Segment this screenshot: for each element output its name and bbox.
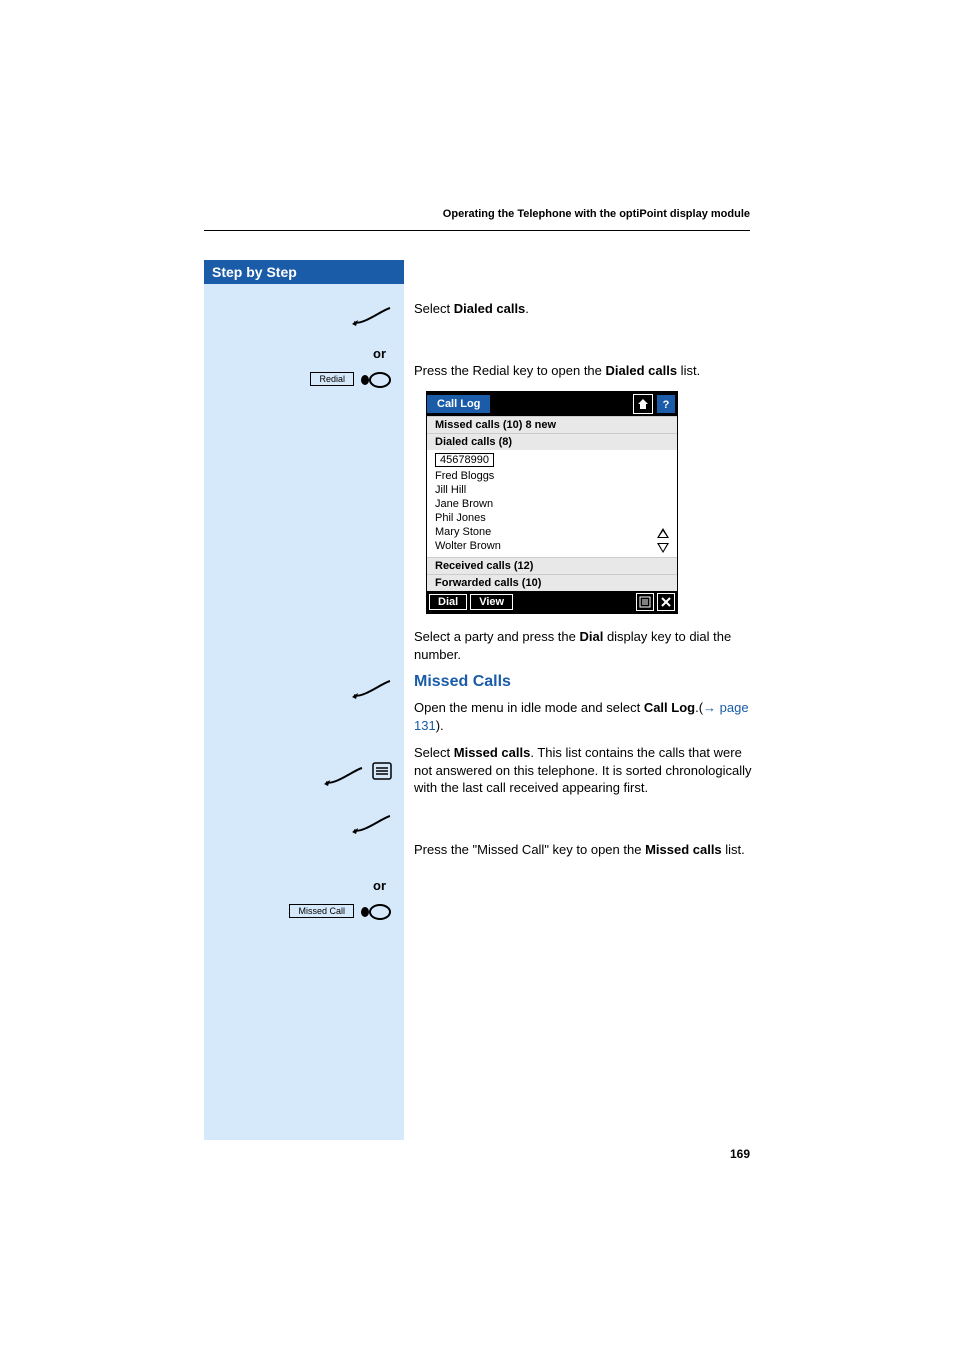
header-rule — [204, 230, 750, 231]
list-item[interactable]: Jane Brown — [435, 497, 669, 511]
step-open-call-log: Open the menu in idle mode and select Ca… — [414, 699, 754, 734]
list-item[interactable]: Mary Stone — [435, 525, 669, 539]
running-header: Operating the Telephone with the optiPoi… — [443, 208, 750, 220]
screen-softkey-bar: Dial View — [427, 591, 677, 613]
section-missed-calls: Missed Calls — [414, 673, 754, 691]
instruction-content: Select Dialed calls. Press the Redial ke… — [414, 260, 754, 868]
svg-text:?: ? — [663, 399, 670, 410]
group-forwarded-calls[interactable]: Forwarded calls (10) — [427, 574, 677, 591]
dialed-calls-list: 45678990 Fred Bloggs Jill Hill Jane Brow… — [427, 450, 677, 557]
list-item[interactable]: Phil Jones — [435, 511, 669, 525]
chevron-down-icon[interactable] — [655, 541, 671, 555]
step-press-missed-call-key: Press the "Missed Call" key to open the … — [414, 841, 754, 859]
step-by-step-sidebar: Step by Step or Redial — [204, 260, 404, 1140]
or-label: or — [373, 346, 386, 361]
sidebar-title: Step by Step — [204, 260, 404, 284]
list-item[interactable]: Fred Bloggs — [435, 469, 669, 483]
step-select-missed-calls: Select Missed calls. This list contains … — [414, 744, 754, 797]
menu-card-icon — [372, 762, 392, 780]
group-dialed-calls[interactable]: Dialed calls (8) — [427, 433, 677, 450]
redial-key-row: Redial — [204, 368, 404, 398]
softkey-view[interactable]: View — [470, 594, 513, 610]
touch-gesture-3 — [204, 808, 404, 838]
hardkey-icon — [360, 904, 392, 920]
hardkey-icon — [360, 372, 392, 388]
help-icon[interactable]: ? — [657, 395, 675, 413]
or-label: or — [373, 878, 386, 893]
chevron-up-icon[interactable] — [655, 526, 671, 540]
group-received-calls[interactable]: Received calls (12) — [427, 557, 677, 574]
missed-call-key-row: Missed Call — [204, 900, 404, 930]
stylus-icon — [352, 306, 392, 326]
step-select-party-dial: Select a party and press the Dial displa… — [414, 628, 754, 663]
softkey-list-icon[interactable] — [636, 593, 654, 611]
touch-gesture-with-menu — [204, 760, 404, 790]
softkey-dial[interactable]: Dial — [429, 594, 467, 610]
page-number: 169 — [730, 1147, 750, 1161]
screen-title: Call Log — [427, 395, 490, 413]
touch-gesture-2 — [204, 673, 404, 703]
softkey-close-icon[interactable] — [657, 593, 675, 611]
stylus-icon — [352, 679, 392, 699]
home-icon[interactable] — [633, 394, 653, 414]
missed-call-key-label: Missed Call — [289, 904, 354, 918]
list-item[interactable]: 45678990 — [435, 452, 669, 469]
or-separator-2: or — [204, 872, 404, 902]
screen-titlebar: Call Log ? — [427, 392, 677, 416]
group-missed-calls[interactable]: Missed calls (10) 8 new — [427, 416, 677, 433]
stylus-icon — [324, 766, 364, 786]
call-log-screen: Call Log ? Missed calls (10) 8 new Diale… — [426, 391, 678, 614]
stylus-icon — [352, 814, 392, 834]
or-separator-1: or — [204, 340, 404, 370]
list-item[interactable]: Jill Hill — [435, 483, 669, 497]
redial-key-label: Redial — [310, 372, 354, 386]
touch-gesture-1 — [204, 300, 404, 330]
step-press-redial: Press the Redial key to open the Dialed … — [414, 362, 754, 380]
scroll-arrows[interactable] — [655, 526, 671, 555]
list-item[interactable]: Wolter Brown — [435, 539, 669, 553]
step-select-dialed-calls: Select Dialed calls. — [414, 300, 754, 318]
